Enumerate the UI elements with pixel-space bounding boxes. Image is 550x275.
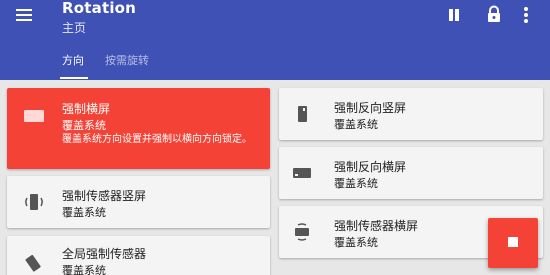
app-subtitle: 主页 (62, 21, 87, 35)
mode-subtitle: 覆盖系统 (62, 264, 106, 275)
mode-description: 覆盖系统方向设置并强制以横向方向锁定。 (62, 134, 252, 145)
more-vert-icon[interactable] (522, 6, 530, 24)
reverse-landscape-icon (290, 161, 314, 185)
mode-subtitle: 覆盖系统 (62, 119, 106, 132)
tab-indicator (60, 77, 88, 79)
mode-title: 全局强制传感器 (62, 247, 147, 261)
mode-title: 强制传感器竖屏 (62, 189, 147, 203)
landscape-icon (22, 104, 46, 128)
stop-icon (508, 237, 518, 247)
lock-icon[interactable] (485, 5, 503, 23)
sensor-landscape-icon (290, 220, 314, 244)
menu-icon[interactable] (14, 6, 36, 24)
reverse-portrait-icon (290, 102, 314, 126)
mode-subtitle: 覆盖系统 (62, 206, 106, 219)
mode-card-reverse-landscape[interactable]: 强制反向横屏 覆盖系统 (279, 147, 543, 199)
mode-title: 强制横屏 (62, 102, 111, 116)
app-title: Rotation (62, 0, 137, 17)
mode-title: 强制反向竖屏 (334, 101, 407, 115)
mode-subtitle: 覆盖系统 (334, 177, 378, 190)
pause-icon[interactable] (447, 8, 461, 22)
tab-conditional[interactable]: 按需旋转 (105, 52, 149, 68)
stop-button[interactable] (488, 218, 538, 268)
mode-card-landscape[interactable]: 强制横屏 覆盖系统 覆盖系统方向设置并强制以横向方向锁定。 (7, 88, 270, 169)
mode-title: 强制反向横屏 (334, 160, 407, 174)
tab-orientation[interactable]: 方向 (62, 52, 84, 68)
mode-card-sensor-portrait[interactable]: 强制传感器竖屏 覆盖系统 (7, 176, 270, 228)
mode-subtitle: 覆盖系统 (334, 118, 378, 131)
app-bar: Rotation 主页 方向 按需旋转 (0, 0, 550, 80)
full-sensor-icon (22, 250, 46, 274)
mode-card-full-sensor[interactable]: 全局强制传感器 覆盖系统 (7, 236, 270, 275)
mode-subtitle: 覆盖系统 (334, 236, 378, 249)
sensor-portrait-icon (22, 190, 46, 214)
mode-title: 强制传感器横屏 (334, 219, 419, 233)
mode-card-reverse-portrait[interactable]: 强制反向竖屏 覆盖系统 (279, 88, 543, 140)
